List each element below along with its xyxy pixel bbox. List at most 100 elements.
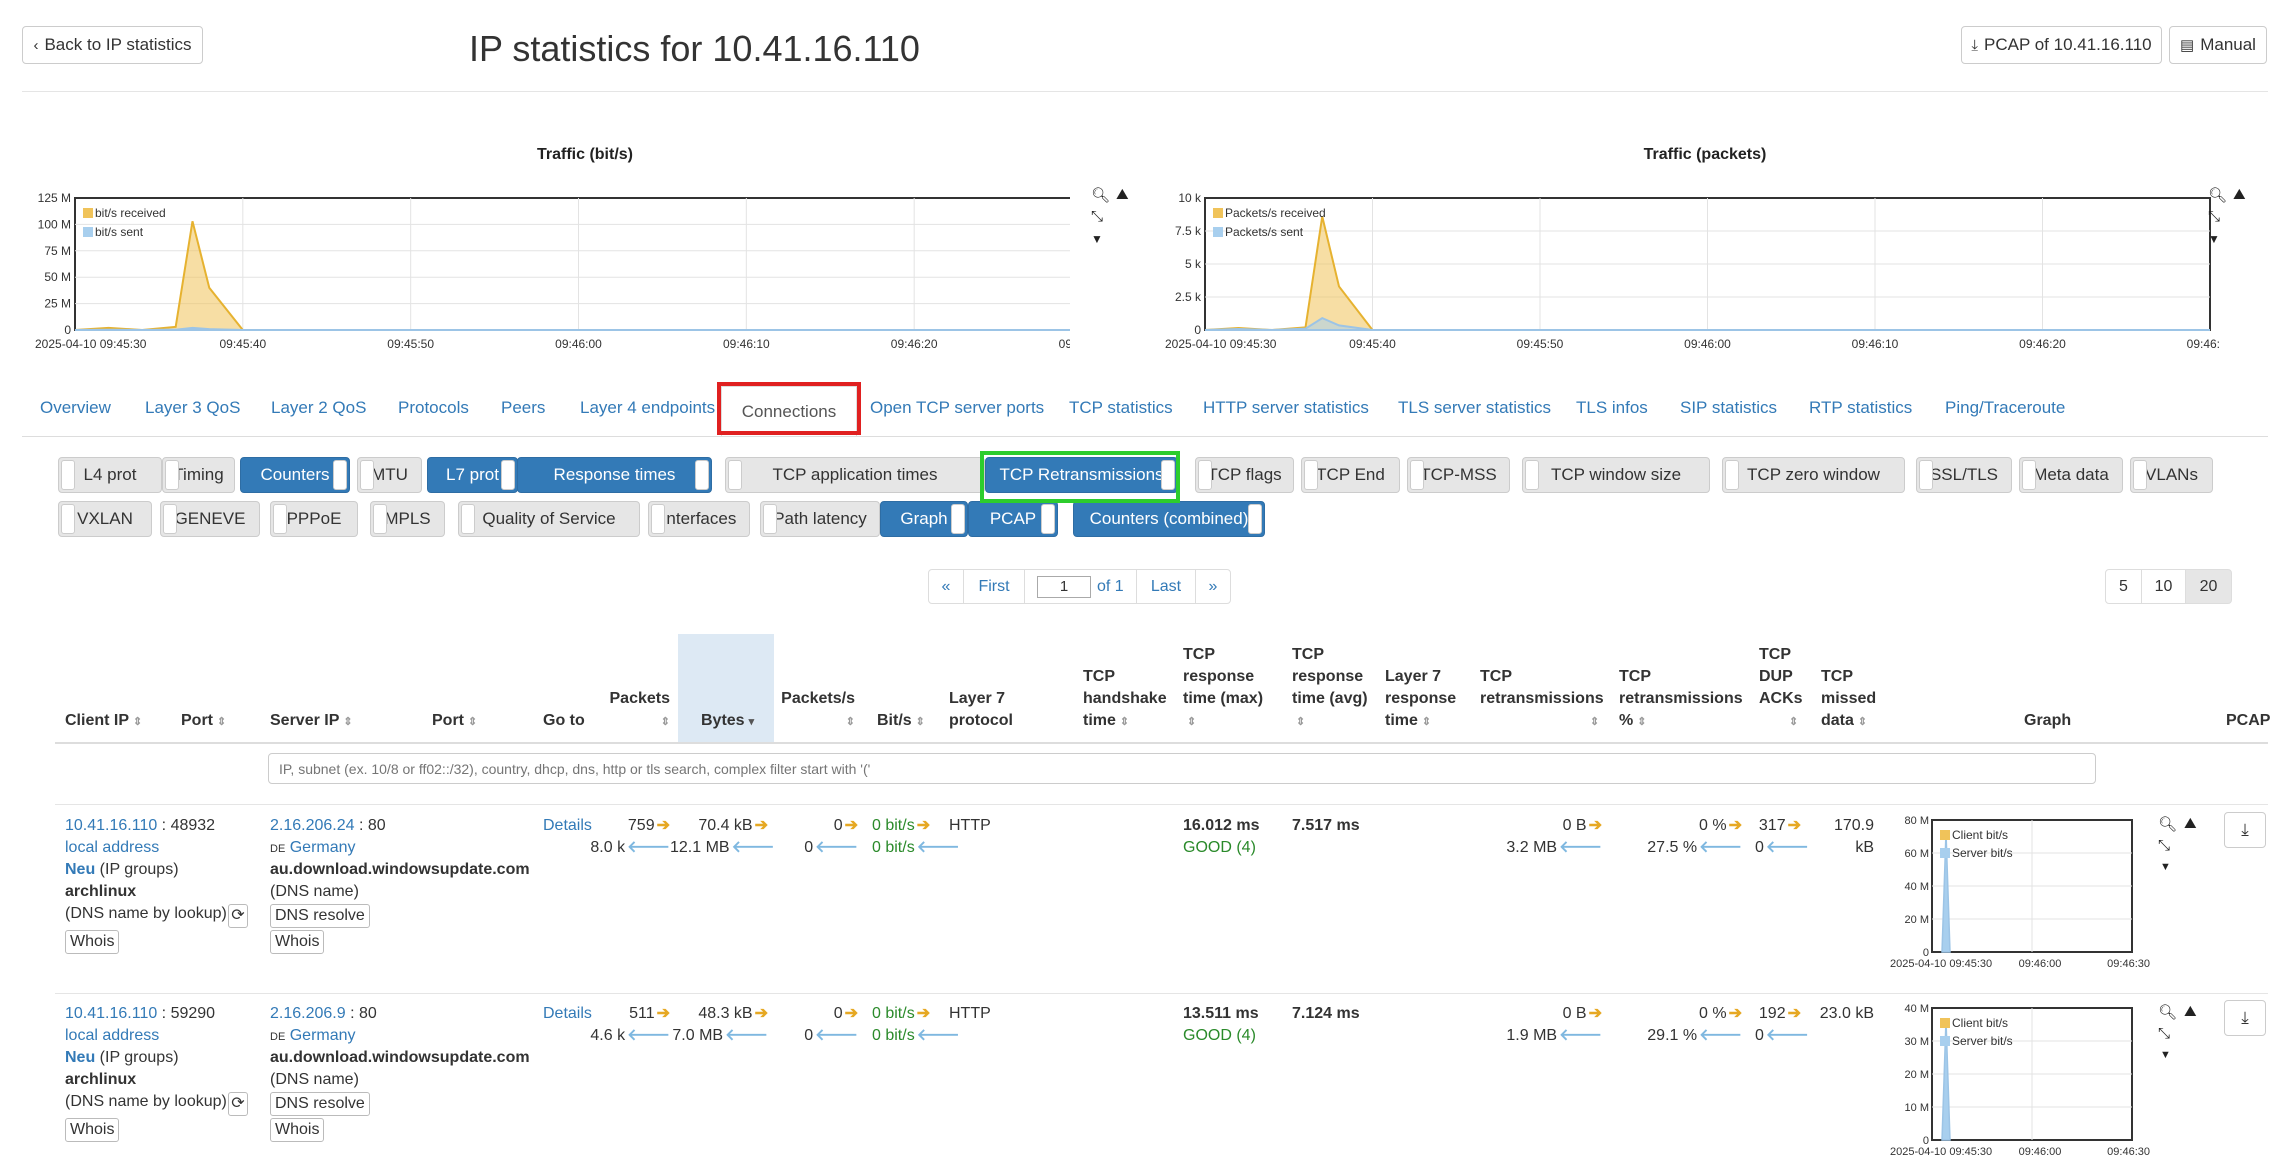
toggle-pppoe[interactable]: PPPoE <box>270 501 358 537</box>
server-ip-link[interactable]: 2.16.206.24 <box>270 817 355 834</box>
caret-down-icon[interactable]: ▼ <box>2160 1049 2171 1061</box>
col-layer7-protocol[interactable]: Layer 7 protocol <box>949 688 1013 732</box>
caret-down-icon[interactable]: ▼ <box>1091 232 1103 246</box>
tab-layer-3-qos[interactable]: Layer 3 QoS <box>145 398 240 418</box>
col-response-time-max[interactable]: TCP response time (max) ⇕ <box>1183 644 1263 733</box>
area-chart-icon[interactable]: ⛰︎ <box>1116 186 1129 203</box>
server-whois-button[interactable]: Whois <box>270 1118 325 1142</box>
toggle-l4-prot[interactable]: L4 prot <box>58 457 162 493</box>
connection-filter-input[interactable] <box>268 753 2096 784</box>
pager-page-input[interactable]: 1 <box>1037 575 1091 598</box>
col-server-port[interactable]: Port ⇕ <box>432 710 477 733</box>
area-chart-icon[interactable]: ⛰︎ <box>2184 815 2197 832</box>
page-size-10[interactable]: 10 <box>2141 569 2186 604</box>
tab-layer-2-qos[interactable]: Layer 2 QoS <box>271 398 366 418</box>
col-bytes[interactable]: Bytes ▾ <box>701 710 754 733</box>
col-packets[interactable]: Packets ⇕ <box>600 688 671 733</box>
details-link[interactable]: Details <box>543 1003 592 1025</box>
toggle-l7-prot[interactable]: L7 prot <box>427 457 518 493</box>
col-client-ip[interactable]: Client IP ⇕ <box>65 710 142 733</box>
details-link[interactable]: Details <box>543 815 592 837</box>
client-ip-link[interactable]: 10.41.16.110 <box>65 1005 157 1022</box>
tab-rtp-statistics[interactable]: RTP statistics <box>1809 398 1912 418</box>
col-missed-data[interactable]: TCP missed data ⇕ <box>1821 666 1876 733</box>
back-to-ip-statistics-button[interactable]: ‹ Back to IP statistics <box>22 26 203 64</box>
toggle-tcp-mss[interactable]: TCP-MSS <box>1407 457 1510 493</box>
toggle-tcp-application-times[interactable]: TCP application times <box>725 457 985 493</box>
server-whois-button[interactable]: Whois <box>270 930 325 954</box>
client-whois-button[interactable]: Whois <box>65 930 120 954</box>
toggle-counters[interactable]: Counters <box>240 457 350 493</box>
toggle-mtu[interactable]: MTU <box>357 457 422 493</box>
col-handshake-time[interactable]: TCP handshake time ⇕ <box>1083 666 1167 733</box>
pager-last[interactable]: Last <box>1136 569 1196 604</box>
toggle-counters-combined-[interactable]: Counters (combined) <box>1073 501 1265 537</box>
col-tcp-retransmissions-pct[interactable]: TCP retransmissions% ⇕ <box>1619 666 1743 733</box>
caret-down-icon[interactable]: ▼ <box>2160 861 2171 873</box>
tab-open-tcp-server-ports[interactable]: Open TCP server ports <box>870 398 1044 418</box>
toggle-ssl-tls[interactable]: SSL/TLS <box>1916 457 2012 493</box>
refresh-icon[interactable]: ⟳ <box>228 904 248 928</box>
page-size-5[interactable]: 5 <box>2105 569 2142 604</box>
dns-resolve-button[interactable]: DNS resolve <box>270 904 370 928</box>
country-link[interactable]: Germany <box>290 839 356 856</box>
manual-button[interactable]: ▤ Manual <box>2169 26 2267 64</box>
col-server-ip[interactable]: Server IP ⇕ <box>270 710 353 733</box>
tab-overview[interactable]: Overview <box>40 398 111 418</box>
refresh-icon[interactable]: ⟳ <box>228 1092 248 1116</box>
toggle-quality-of-service[interactable]: Quality of Service <box>458 501 640 537</box>
tab-tls-server-statistics[interactable]: TLS server statistics <box>1398 398 1551 418</box>
client-ip-link[interactable]: 10.41.16.110 <box>65 817 157 834</box>
toggle-graph[interactable]: Graph <box>880 501 968 537</box>
area-chart-icon[interactable]: ⛰︎ <box>2233 186 2246 203</box>
tab-tls-infos[interactable]: TLS infos <box>1576 398 1648 418</box>
toggle-path-latency[interactable]: Path latency <box>760 501 880 537</box>
col-dup-acks[interactable]: TCP DUP ACKs ⇕ <box>1759 644 1803 733</box>
pcap-row-download-button[interactable]: ⤓ <box>2224 1000 2266 1036</box>
col-response-time-avg[interactable]: TCP response time (avg) ⇕ <box>1292 644 1368 733</box>
compress-icon[interactable]: ⤡ <box>1091 208 1103 225</box>
compress-icon[interactable]: ⤡ <box>2158 837 2170 854</box>
col-client-port[interactable]: Port ⇕ <box>181 710 226 733</box>
client-whois-button[interactable]: Whois <box>65 1118 120 1142</box>
caret-down-icon[interactable]: ▼ <box>2208 232 2220 246</box>
tab-http-server-statistics[interactable]: HTTP server statistics <box>1203 398 1369 418</box>
toggle-tcp-end[interactable]: TCP End <box>1301 457 1400 493</box>
toggle-tcp-flags[interactable]: TCP flags <box>1195 457 1294 493</box>
toggle-tcp-window-size[interactable]: TCP window size <box>1522 457 1710 493</box>
toggle-vlans[interactable]: VLANs <box>2130 457 2213 493</box>
local-address-link[interactable]: local address <box>65 839 159 856</box>
pcap-row-download-button[interactable]: ⤓ <box>2224 812 2266 848</box>
compress-icon[interactable]: ⤡ <box>2208 208 2220 225</box>
zoom-icon[interactable]: 🔍︎ <box>2158 1003 2177 1021</box>
tab-layer-4-endpoints[interactable]: Layer 4 endpoints <box>580 398 715 418</box>
server-ip-link[interactable]: 2.16.206.9 <box>270 1005 346 1022</box>
toggle-timing[interactable]: Timing <box>162 457 235 493</box>
tab-sip-statistics[interactable]: SIP statistics <box>1680 398 1777 418</box>
col-l7-response-time[interactable]: Layer 7 response time ⇕ <box>1385 666 1456 733</box>
pager-first[interactable]: First <box>963 569 1025 604</box>
compress-icon[interactable]: ⤡ <box>2158 1025 2170 1042</box>
pcap-download-button[interactable]: ⤓ PCAP of 10.41.16.110 <box>1961 26 2162 64</box>
toggle-mpls[interactable]: MPLS <box>370 501 445 537</box>
col-tcp-retransmissions[interactable]: TCP retransmissions ⇕ <box>1480 666 1604 733</box>
pager-next[interactable]: » <box>1195 569 1231 604</box>
zoom-icon[interactable]: 🔍︎ <box>2208 186 2227 204</box>
page-size-20[interactable]: 20 <box>2185 569 2232 604</box>
toggle-pcap[interactable]: PCAP <box>968 501 1058 537</box>
area-chart-icon[interactable]: ⛰︎ <box>2184 1003 2197 1020</box>
tab-protocols[interactable]: Protocols <box>398 398 469 418</box>
dns-resolve-button[interactable]: DNS resolve <box>270 1092 370 1116</box>
col-packets-per-s[interactable]: Packets/s ⇕ <box>775 688 855 733</box>
col-bits-per-s[interactable]: Bit/s ⇕ <box>877 710 925 733</box>
pager-prev[interactable]: « <box>928 569 964 604</box>
toggle-geneve[interactable]: GENEVE <box>160 501 260 537</box>
toggle-response-times[interactable]: Response times <box>517 457 712 493</box>
toggle-meta-data[interactable]: Meta data <box>2019 457 2123 493</box>
country-link[interactable]: Germany <box>290 1027 356 1044</box>
toggle-interfaces[interactable]: Interfaces <box>648 501 750 537</box>
zoom-icon[interactable]: 🔍︎ <box>1091 186 1110 204</box>
toggle-tcp-zero-window[interactable]: TCP zero window <box>1722 457 1905 493</box>
tab-ping-traceroute[interactable]: Ping/Traceroute <box>1945 398 2065 418</box>
local-address-link[interactable]: local address <box>65 1027 159 1044</box>
